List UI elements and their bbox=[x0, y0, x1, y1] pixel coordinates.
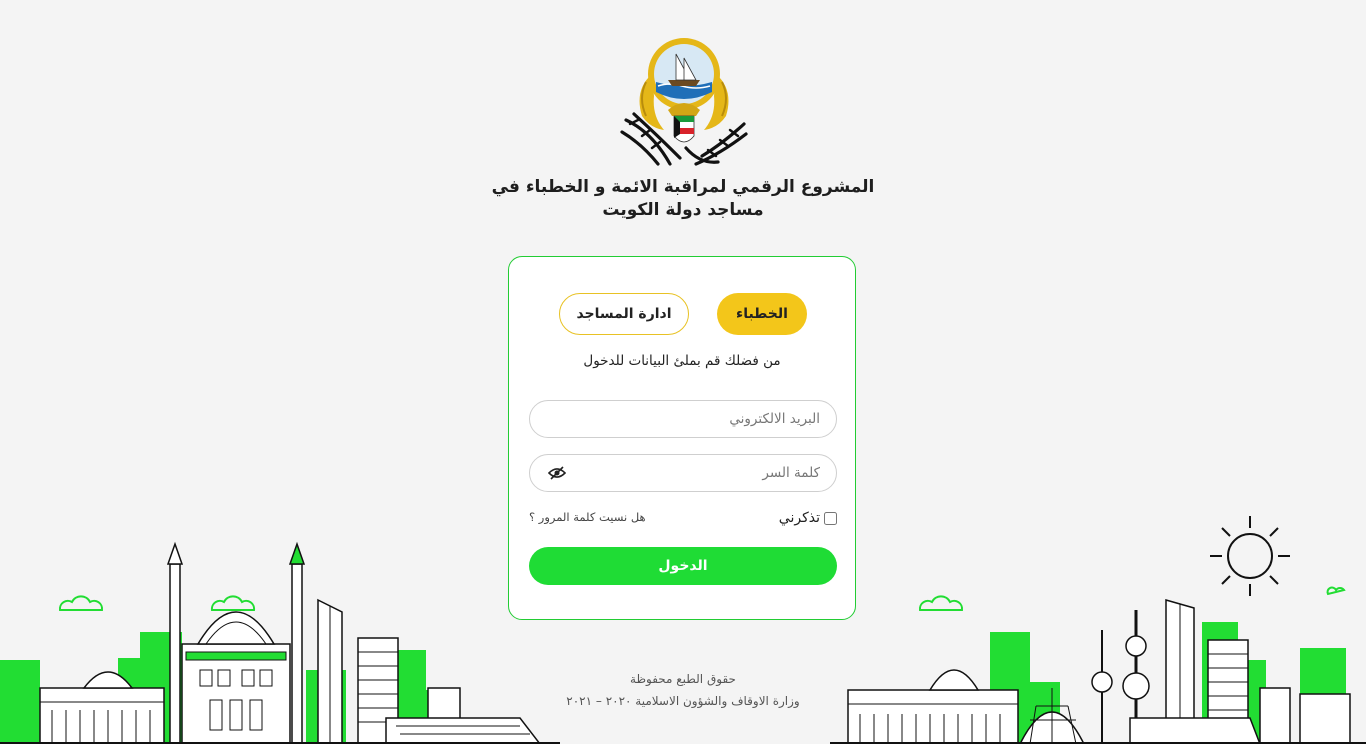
tab-mosques-management[interactable]: ادارة المساجد bbox=[559, 293, 689, 335]
login-card: ادارة المساجد الخطباء من فضلك قم بملئ ال… bbox=[508, 256, 856, 620]
login-instruction: من فضلك قم بملئ البيانات للدخول bbox=[583, 353, 781, 369]
email-input[interactable] bbox=[530, 401, 836, 437]
sun-icon bbox=[1210, 516, 1290, 596]
page-title-line2: مساجد دولة الكويت bbox=[602, 200, 764, 220]
password-field-wrapper bbox=[529, 454, 837, 492]
remember-me[interactable]: تذكرني bbox=[779, 510, 837, 526]
eye-slash-icon[interactable] bbox=[548, 466, 566, 480]
login-button[interactable]: الدخول bbox=[529, 547, 837, 585]
remember-label: تذكرني bbox=[778, 510, 820, 526]
password-input[interactable] bbox=[530, 455, 836, 491]
left-skyline-illustration bbox=[0, 541, 560, 744]
email-field-wrapper bbox=[529, 400, 837, 438]
page-title-line1: المشروع الرقمي لمراقبة الائمة و الخطباء … bbox=[491, 177, 875, 197]
page-title: المشروع الرقمي لمراقبة الائمة و الخطباء … bbox=[440, 176, 926, 222]
ministry-emblem-logo bbox=[620, 38, 748, 166]
forgot-password-link[interactable]: هل نسيت كلمة المرور ؟ bbox=[529, 510, 646, 524]
right-skyline-illustration bbox=[830, 516, 1366, 744]
tab-preachers[interactable]: الخطباء bbox=[717, 293, 807, 335]
